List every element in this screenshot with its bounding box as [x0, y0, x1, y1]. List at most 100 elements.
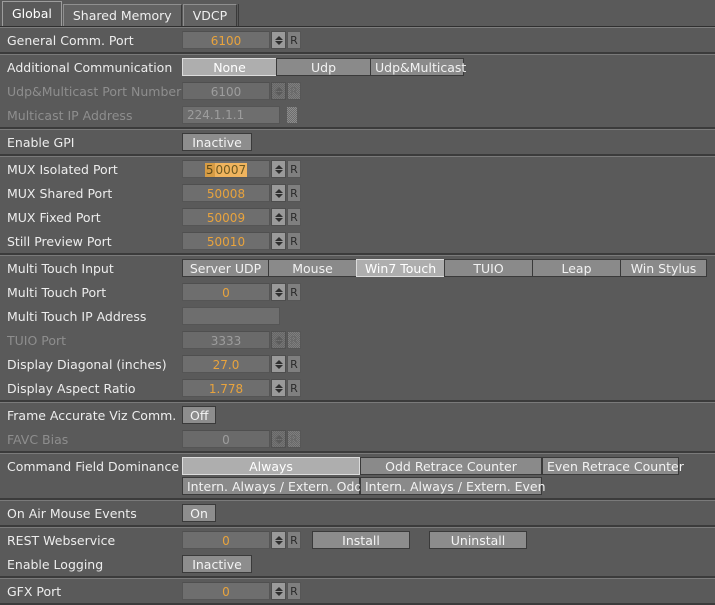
- cfd-option-always[interactable]: Always: [182, 457, 360, 475]
- favc-bias-control: 0 R: [182, 430, 301, 448]
- multi-touch-port-stepper[interactable]: [271, 283, 286, 301]
- settings-body: General Comm. Port 6100 R Additional Com…: [0, 27, 715, 605]
- mux-isolated-port-reset-button[interactable]: R: [287, 160, 301, 178]
- multi-touch-ip-address-input[interactable]: [182, 307, 280, 325]
- udp-multicast-port-number-control: 6100 R: [182, 82, 301, 100]
- gfx-port-reset-button[interactable]: R: [287, 582, 301, 600]
- tab-global-label: Global: [12, 6, 52, 21]
- multi-touch-ip-address-label: Multi Touch IP Address: [7, 308, 147, 324]
- chevron-down-icon: [274, 292, 283, 297]
- chevron-up-icon: [274, 586, 283, 591]
- mux-isolated-port-stepper[interactable]: [271, 160, 286, 178]
- command-field-dominance-label: Command Field Dominance: [7, 459, 180, 474]
- mux-fixed-port-input[interactable]: 50009: [182, 208, 270, 226]
- general-comm-port-stepper[interactable]: [271, 31, 286, 49]
- display-diagonal-stepper[interactable]: [271, 355, 286, 373]
- multi-touch-port-reset-button[interactable]: R: [287, 283, 301, 301]
- still-preview-port-control: 50010 R: [182, 232, 301, 250]
- mux-fixed-port-control: 50009 R: [182, 208, 301, 226]
- row-udp-multicast-port-number: Udp&Multicast Port Number 6100 R: [0, 79, 715, 103]
- tuio-port-reset-button: R: [287, 331, 301, 349]
- on-air-mouse-events-toggle[interactable]: On: [182, 504, 216, 522]
- group-gpi: Enable GPI Inactive: [0, 129, 715, 156]
- chevron-up-icon: [274, 164, 283, 169]
- mux-shared-port-input[interactable]: 50008: [182, 184, 270, 202]
- cfd-option-intern-always-extern-even[interactable]: Intern. Always / Extern. Even: [360, 477, 546, 495]
- gfx-port-control: 0 R: [182, 582, 301, 600]
- rest-webservice-stepper[interactable]: [271, 531, 286, 549]
- still-preview-port-reset-button[interactable]: R: [287, 232, 301, 250]
- display-diagonal-input[interactable]: 27.0: [182, 355, 270, 373]
- still-preview-port-stepper[interactable]: [271, 232, 286, 250]
- mux-isolated-port-caret-char: 5: [204, 163, 215, 177]
- install-button[interactable]: Install: [312, 531, 410, 549]
- multicast-ip-address-label: Multicast IP Address: [7, 107, 133, 123]
- mux-shared-port-stepper[interactable]: [271, 184, 286, 202]
- display-diagonal-reset-button[interactable]: R: [287, 355, 301, 373]
- tab-bar-filler: [238, 4, 715, 26]
- multi-touch-port-input[interactable]: 0: [182, 283, 270, 301]
- mux-shared-port-reset-button[interactable]: R: [287, 184, 301, 202]
- additional-communication-option-udp[interactable]: Udp: [276, 58, 370, 76]
- rest-webservice-input[interactable]: 0: [182, 531, 270, 549]
- chevron-up-icon: [274, 35, 283, 40]
- favc-bias-label: FAVC Bias: [7, 431, 69, 447]
- multi-touch-input-options: Server UDP Mouse Win7 Touch TUIO Leap Wi…: [182, 259, 707, 277]
- udp-multicast-port-number-reset-button: R: [287, 82, 301, 100]
- uninstall-button[interactable]: Uninstall: [429, 531, 527, 549]
- display-aspect-ratio-reset-button[interactable]: R: [287, 379, 301, 397]
- general-comm-port-reset-button[interactable]: R: [287, 31, 301, 49]
- additional-communication-option-none[interactable]: None: [182, 58, 276, 76]
- chevron-up-icon: [274, 212, 283, 217]
- multi-touch-option-mouse[interactable]: Mouse: [268, 259, 356, 277]
- enable-logging-toggle[interactable]: Inactive: [182, 555, 252, 573]
- mux-isolated-port-label: MUX Isolated Port: [7, 161, 118, 177]
- chevron-down-icon: [274, 193, 283, 198]
- chevron-down-icon: [274, 439, 283, 444]
- enable-gpi-toggle[interactable]: Inactive: [182, 133, 252, 151]
- cfd-option-intern-always-extern-odd[interactable]: Intern. Always / Extern. Odd: [182, 477, 362, 495]
- enable-gpi-label: Enable GPI: [7, 134, 75, 150]
- multi-touch-option-leap[interactable]: Leap: [532, 259, 620, 277]
- row-display-aspect-ratio: Display Aspect Ratio 1.778 R: [0, 376, 715, 400]
- rest-webservice-reset-button[interactable]: R: [287, 531, 301, 549]
- chevron-down-icon: [274, 340, 283, 345]
- chevron-up-icon: [274, 287, 283, 292]
- chevron-down-icon: [274, 91, 283, 96]
- display-aspect-ratio-stepper[interactable]: [271, 379, 286, 397]
- tab-shared-memory[interactable]: Shared Memory: [62, 4, 182, 26]
- cfd-option-odd-retrace-counter[interactable]: Odd Retrace Counter: [360, 457, 542, 475]
- row-tuio-port: TUIO Port 3333 R: [0, 328, 715, 352]
- tab-vdcp[interactable]: VDCP: [182, 4, 238, 26]
- group-frame-accurate: Frame Accurate Viz Comm. Off FAVC Bias 0…: [0, 402, 715, 453]
- additional-communication-option-udp-multicast[interactable]: Udp&Multicast: [370, 58, 466, 76]
- general-comm-port-input[interactable]: 6100: [182, 31, 270, 49]
- cfd-option-even-retrace-counter[interactable]: Even Retrace Counter: [542, 457, 684, 475]
- udp-multicast-port-number-stepper: [271, 82, 286, 100]
- tuio-port-label: TUIO Port: [7, 332, 67, 348]
- gfx-port-stepper[interactable]: [271, 582, 286, 600]
- group-additional-communication: Additional Communication None Udp Udp&Mu…: [0, 54, 715, 129]
- gfx-port-input[interactable]: 0: [182, 582, 270, 600]
- mux-fixed-port-reset-button[interactable]: R: [287, 208, 301, 226]
- group-command-field-dominance: Command Field Dominance Always Odd Retra…: [0, 453, 715, 500]
- multi-touch-option-win-stylus[interactable]: Win Stylus: [620, 259, 707, 277]
- chevron-up-icon: [274, 359, 283, 364]
- multi-touch-option-server-udp[interactable]: Server UDP: [182, 259, 268, 277]
- multi-touch-option-win7-touch[interactable]: Win7 Touch: [356, 259, 444, 277]
- tab-vdcp-label: VDCP: [192, 8, 228, 23]
- tab-global[interactable]: Global: [2, 1, 62, 26]
- frame-accurate-viz-comm-toggle[interactable]: Off: [182, 406, 216, 424]
- mux-isolated-port-input[interactable]: 5 0007: [182, 160, 270, 178]
- group-gfx: GFX Port 0 R: [0, 578, 715, 605]
- still-preview-port-input[interactable]: 50010: [182, 232, 270, 250]
- enable-logging-label: Enable Logging: [7, 556, 104, 572]
- multicast-ip-address-control: 224.1.1.1: [182, 106, 298, 124]
- favc-bias-reset-button: R: [287, 430, 301, 448]
- display-aspect-ratio-input[interactable]: 1.778: [182, 379, 270, 397]
- mux-fixed-port-stepper[interactable]: [271, 208, 286, 226]
- display-aspect-ratio-label: Display Aspect Ratio: [7, 380, 136, 396]
- chevron-down-icon: [274, 388, 283, 393]
- tab-shared-memory-label: Shared Memory: [72, 8, 172, 23]
- multi-touch-option-tuio[interactable]: TUIO: [444, 259, 532, 277]
